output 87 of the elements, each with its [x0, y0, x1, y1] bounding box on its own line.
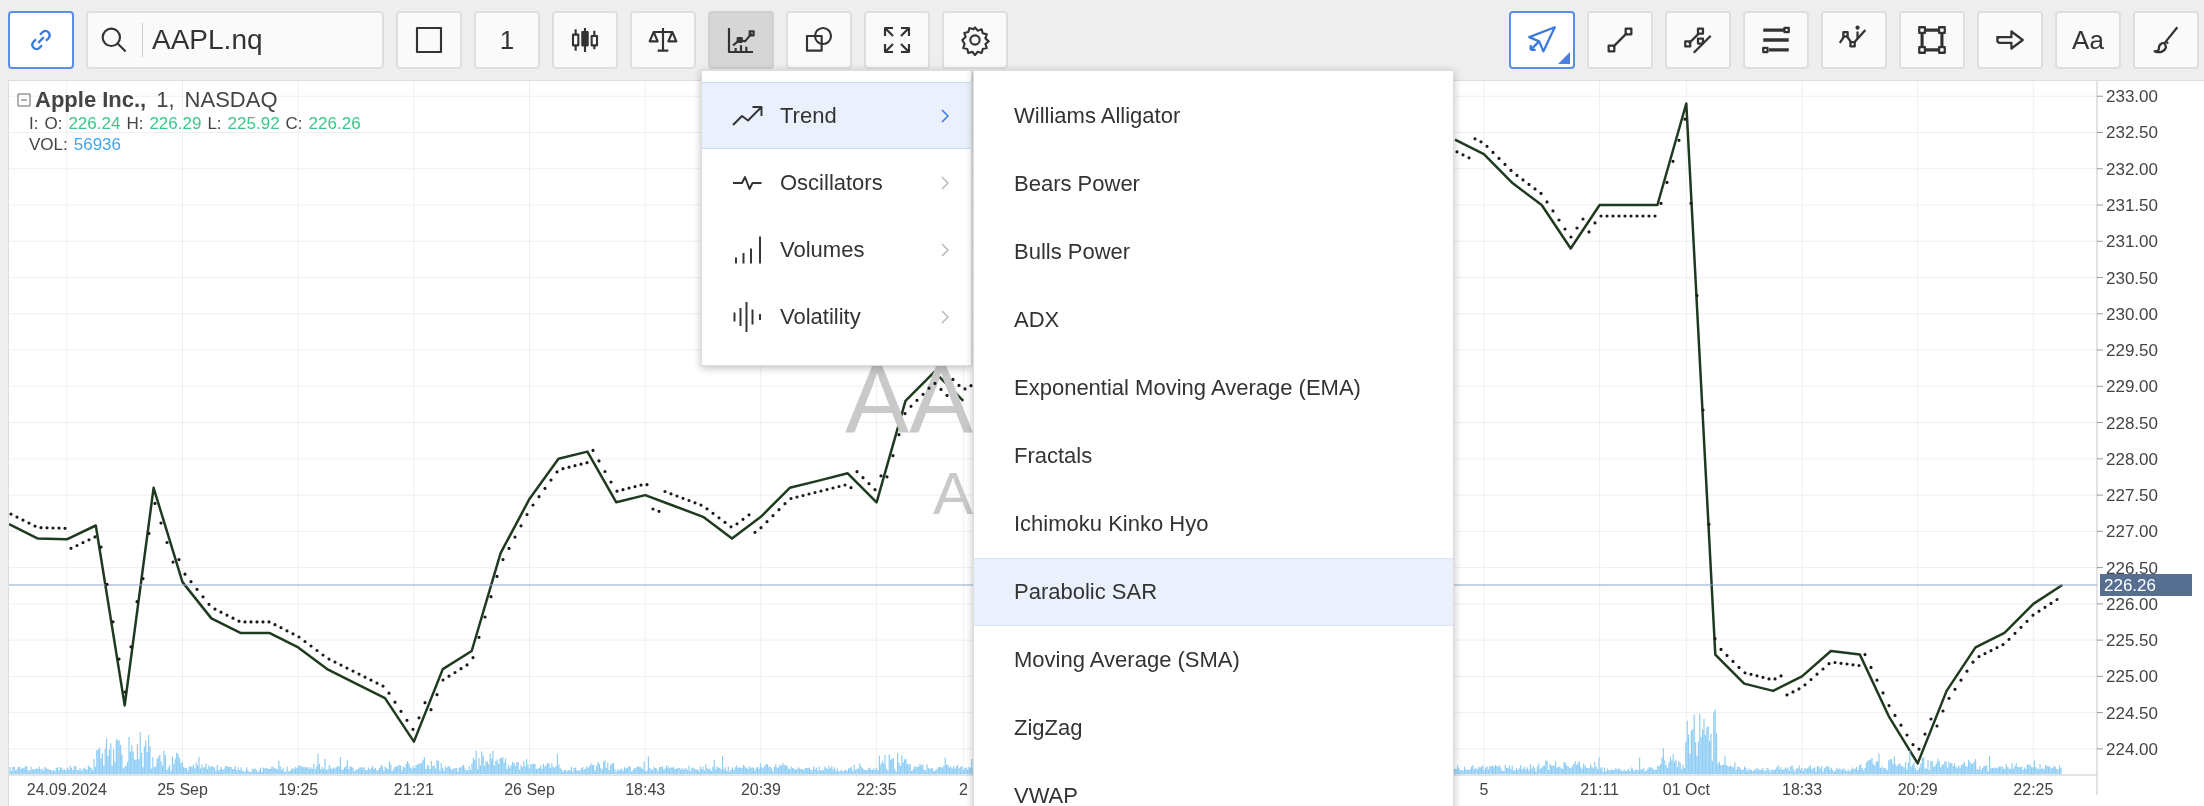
square-icon [413, 24, 445, 56]
menu-item[interactable]: Williams Alligator [974, 82, 1453, 150]
menu-item[interactable]: VWAP [974, 762, 1453, 806]
axis-label: 231.50 [2106, 196, 2158, 215]
fullscreen-icon [881, 24, 913, 56]
arrow-button[interactable] [1977, 11, 2043, 69]
cursor-tool-button[interactable] [1509, 11, 1575, 69]
fullscreen-button[interactable] [864, 11, 930, 69]
brush-button[interactable] [2133, 11, 2199, 69]
menu-item[interactable]: Oscillators [702, 149, 971, 216]
indicators-button[interactable] [708, 11, 774, 69]
axis-label: 227.50 [2106, 486, 2158, 506]
menu-item[interactable]: Volumes [702, 216, 971, 283]
axis-label: 232.50 [2106, 123, 2158, 143]
menu-item[interactable]: Trend [702, 82, 971, 149]
axis-label: 225.50 [2106, 631, 2158, 651]
exchange-text: NASDAQ [184, 87, 278, 113]
axis-label: 20:29 [1897, 781, 1938, 798]
rectangle-button[interactable] [1899, 11, 1965, 69]
sync-link-button[interactable] [8, 11, 74, 69]
search-field[interactable]: AAPL.nq [86, 11, 384, 69]
menu-item[interactable]: Volatility [702, 283, 971, 350]
legend-label: H: [126, 113, 144, 134]
axis-label: 2 [958, 781, 968, 798]
legend-label: O: [44, 113, 63, 134]
legend-label: C: [285, 113, 303, 134]
axis-label: 25 Sep [157, 781, 208, 798]
legend-value: 226.24 [68, 113, 121, 134]
trend-line-button[interactable] [1587, 11, 1653, 69]
menu-item[interactable]: Moving Average (SMA) [974, 626, 1453, 694]
legend-value: 226.29 [149, 113, 202, 134]
axis-label: 19:25 [278, 781, 319, 798]
legend-label: VOL: [29, 134, 68, 155]
axis-label: 21:11 [1580, 781, 1619, 798]
axis-label: 224.50 [2106, 703, 2158, 723]
axis-label: 230.50 [2106, 268, 2158, 288]
menu-item[interactable]: Bears Power [974, 150, 1453, 218]
axis-label: 228.00 [2106, 449, 2158, 469]
candlestick-button[interactable] [552, 11, 618, 69]
info-line-button[interactable] [1821, 11, 1887, 69]
interval-button[interactable]: 1 [474, 11, 540, 69]
horizontal-lines-button[interactable] [1743, 11, 1809, 69]
menu-item[interactable]: ADX [974, 286, 1453, 354]
axis-label: 20:39 [740, 781, 781, 798]
menu-item[interactable]: ZigZag [974, 694, 1453, 762]
settings-icon [959, 24, 991, 56]
axis-label: 18:43 [625, 781, 666, 798]
ref-line-label: 226.26 [2104, 576, 2156, 595]
axis-label: 22:25 [2013, 781, 2054, 798]
axis-label: 18:33 [1782, 781, 1823, 798]
axis-label: 230.00 [2106, 304, 2158, 324]
parallel-channel-button[interactable] [1665, 11, 1731, 69]
menu-item[interactable]: Bulls Power [974, 218, 1453, 286]
axis-label: 01 Oct [1662, 781, 1710, 798]
menu-item[interactable]: Exponential Moving Average (EMA) [974, 354, 1453, 422]
axis-label: 229.50 [2106, 341, 2158, 361]
menu-item[interactable]: Fractals [974, 422, 1453, 490]
interval-text: 1, [156, 87, 175, 113]
axis-label: 22:35 [856, 781, 897, 798]
menu-item[interactable]: Ichimoku Kinko Hyo [974, 490, 1453, 558]
shapes-button[interactable] [786, 11, 852, 69]
menu-item[interactable]: Parabolic SAR [974, 558, 1453, 626]
legend-value: 225.92 [227, 113, 280, 134]
legend-value: 56936 [73, 134, 122, 155]
settings-button[interactable] [942, 11, 1008, 69]
axis-label: 21:21 [393, 781, 434, 798]
axis-label: 5 [1479, 781, 1489, 798]
axis-label: 231.00 [2106, 232, 2158, 252]
axis-label: 229.00 [2106, 377, 2158, 397]
axis-label: 227.00 [2106, 522, 2158, 542]
axis-label: 225.00 [2106, 667, 2158, 687]
symbol-name: Apple Inc., [35, 87, 147, 113]
axis-label: 26 Sep [504, 781, 555, 798]
axis-label: 228.50 [2106, 413, 2158, 433]
rectangle-icon [1915, 23, 1949, 57]
axis-label: 226.00 [2106, 594, 2158, 614]
axis-label: 232.00 [2106, 159, 2158, 179]
chart-style-button[interactable] [396, 11, 462, 69]
legend-label: I: [29, 113, 39, 134]
text-tool-button[interactable]: Aa [2055, 11, 2121, 69]
axis-label: 24.09.2024 [26, 781, 107, 798]
compare-button[interactable] [630, 11, 696, 69]
last-price-label: 226.26 [2100, 574, 2192, 596]
axis-label: 233.00 [2106, 87, 2158, 107]
legend-value: 226.26 [308, 113, 361, 134]
axis-label: 224.00 [2106, 739, 2158, 759]
legend-label: L: [207, 113, 222, 134]
